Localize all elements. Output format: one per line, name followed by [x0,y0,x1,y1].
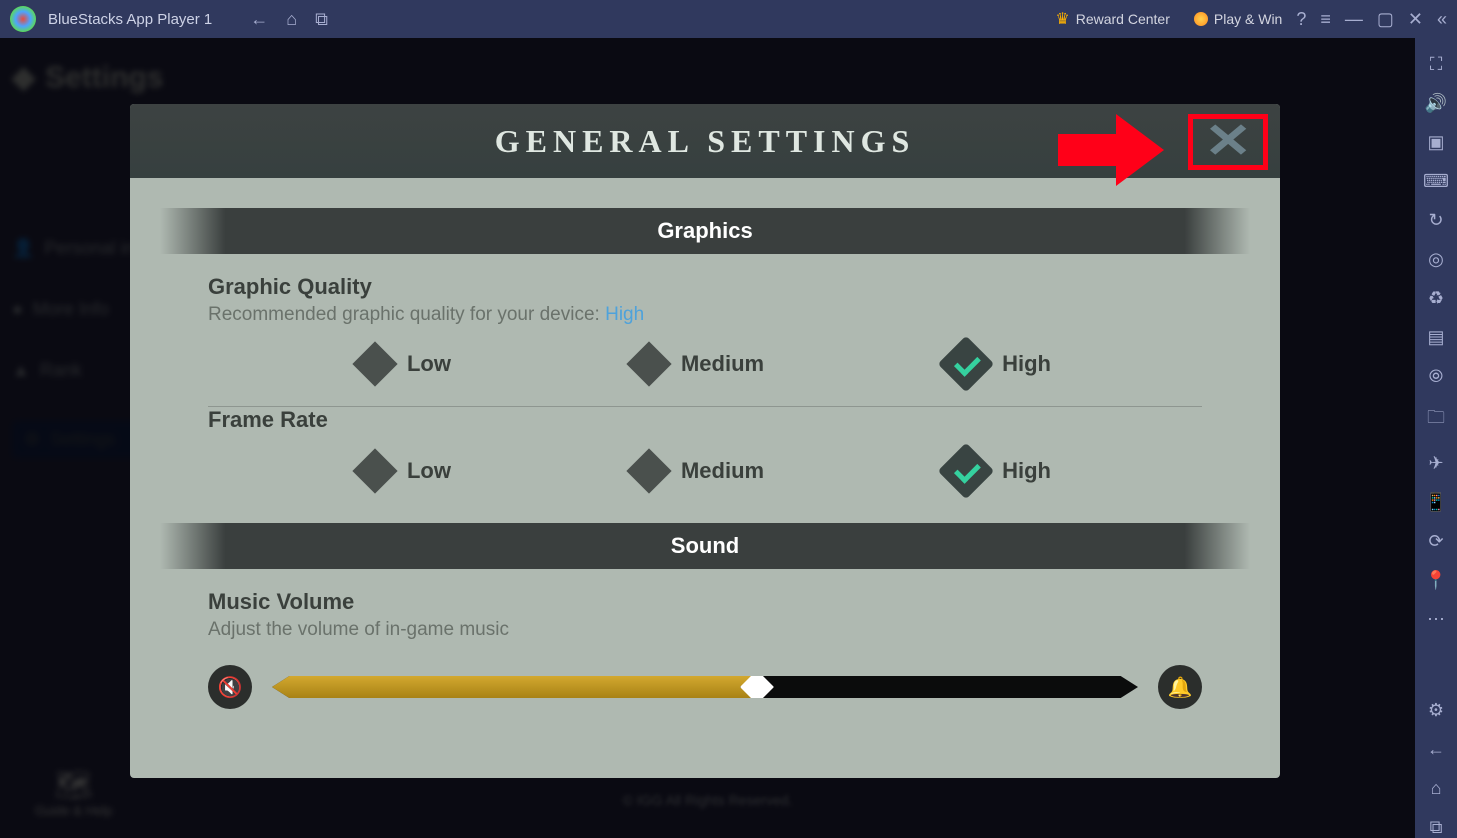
apk-icon[interactable]: ▤ [1427,327,1444,348]
crown-icon: ♛ [1055,9,1069,29]
annotation-highlight-box: ✕ [1188,114,1268,170]
back-icon[interactable]: ← [250,9,268,30]
recent-side-icon[interactable]: ⧉ [1430,817,1443,838]
graphic-quality-subtext: Recommended graphic quality for your dev… [208,304,1250,326]
target-icon[interactable]: ◎ [1428,249,1444,270]
minimize-icon[interactable]: — [1345,9,1363,30]
radio-unchecked-icon [626,448,671,493]
graphics-section-banner: Graphics [160,208,1250,254]
recent-apps-icon[interactable]: ⧉ [315,9,328,30]
settings-gear-icon[interactable]: ⚙ [1428,700,1444,721]
quality-option-medium[interactable]: Medium [633,344,764,384]
maximize-icon[interactable]: ▢ [1377,9,1394,30]
radio-unchecked-icon [352,448,397,493]
window-title: BlueStacks App Player 1 [48,11,212,28]
home-side-icon[interactable]: ⌂ [1431,778,1442,799]
home-icon[interactable]: ⌂ [286,9,297,30]
radio-unchecked-icon [352,341,397,386]
right-sidebar: ⛶ 🔊 ▣ ⌨ ↻ ◎ ♻ ▤ ⦾ 🗀 ✈ 📱 ⟳ 📍 ⋯ ⚙ ← ⌂ ⧉ [1415,38,1457,838]
modal-header: GENERAL SETTINGS ✕ [130,104,1280,178]
keyboard-icon[interactable]: ⌨ [1423,171,1449,192]
framerate-option-high[interactable]: High [946,451,1051,491]
play-win-button[interactable]: Play & Win [1194,11,1282,27]
fullscreen-icon[interactable]: ⛶ [1430,54,1443,75]
eco-icon[interactable]: ♻ [1428,288,1444,309]
slider-thumb[interactable] [740,670,774,704]
quality-option-high[interactable]: High [946,344,1051,384]
music-volume-subtext: Adjust the volume of in-game music [208,619,1250,641]
location-icon[interactable]: 📍 [1425,570,1447,591]
close-modal-button[interactable]: ✕ [1204,118,1252,166]
max-volume-button[interactable]: 🔔 [1158,665,1202,709]
reward-center-button[interactable]: ♛ Reward Center [1055,9,1180,29]
bg-copyright: © IGG All Rights Reserved. [623,792,793,808]
folder-icon[interactable]: 🗀 [1427,405,1445,435]
playwin-icon [1194,12,1208,26]
music-volume-slider[interactable] [272,676,1138,698]
rotate-icon[interactable]: ⟳ [1428,531,1443,552]
bluestacks-logo-icon [10,6,36,32]
bg-guide-help: 🗺 Guide & Help [35,768,112,818]
modal-title: GENERAL SETTINGS [495,123,916,160]
bg-page-title: ◆ Settings [12,60,163,95]
radio-checked-icon [938,443,995,500]
collapse-sidebar-icon[interactable]: « [1437,9,1447,30]
framerate-option-medium[interactable]: Medium [633,451,764,491]
quality-option-low[interactable]: Low [359,344,451,384]
graphic-quality-label: Graphic Quality [208,274,1250,300]
hamburger-icon[interactable]: ≡ [1320,9,1331,30]
back-side-icon[interactable]: ← [1427,739,1445,760]
framerate-option-low[interactable]: Low [359,451,451,491]
screenshot-icon[interactable]: ⦾ [1429,366,1443,387]
sync-icon[interactable]: ↻ [1428,210,1443,231]
titlebar: BlueStacks App Player 1 ← ⌂ ⧉ ♛ Reward C… [0,0,1457,38]
frame-rate-label: Frame Rate [208,407,1250,433]
airplane-icon[interactable]: ✈ [1428,453,1443,474]
volume-icon[interactable]: 🔊 [1425,93,1447,114]
mute-button[interactable]: 🔇 [208,665,252,709]
main-viewport: ◆ Settings 👤Personal info ●More Info ▲Ra… [0,38,1415,838]
general-settings-modal: GENERAL SETTINGS ✕ Graphics Graphic Qual… [130,104,1280,778]
sound-section-banner: Sound [160,523,1250,569]
bg-side-menu: 👤Personal info ●More Info ▲Rank ⚙Setting… [12,238,150,458]
radio-unchecked-icon [626,341,671,386]
radio-checked-icon [938,336,995,393]
help-icon[interactable]: ? [1296,9,1306,30]
close-window-icon[interactable]: ✕ [1408,9,1423,30]
more-icon[interactable]: ⋯ [1427,609,1445,630]
phone-icon[interactable]: 📱 [1425,492,1447,513]
annotation-arrow-icon [1058,116,1168,180]
play-side-icon[interactable]: ▣ [1427,132,1444,153]
music-volume-label: Music Volume [208,589,1250,615]
